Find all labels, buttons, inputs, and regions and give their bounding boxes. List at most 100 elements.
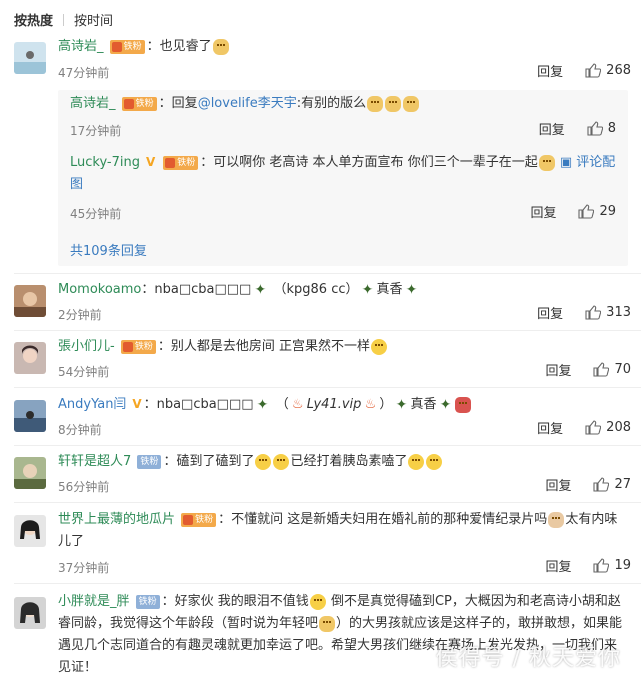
username-link[interactable]: 張小们儿- — [58, 339, 115, 354]
divider — [14, 330, 641, 331]
fan-badge[interactable]: 铁粉 — [163, 155, 199, 170]
reply-button[interactable]: 回复 — [537, 418, 563, 437]
like-button[interactable]: 27 — [593, 477, 631, 492]
comment-actions: 回复 268 — [537, 61, 631, 80]
thumbs-up-icon — [585, 63, 602, 78]
avatar[interactable] — [14, 597, 46, 629]
reply-actions: 回复 29 — [530, 202, 616, 221]
heart-eyes-emoji-icon — [408, 453, 425, 470]
username-link[interactable]: 小胖就是_胖 — [58, 594, 130, 609]
like-button[interactable]: 19 — [593, 558, 631, 573]
comment-body-2: （ — [275, 397, 289, 412]
mention-link[interactable]: @lovelife李天宇 — [198, 96, 297, 111]
sparkle-emoji-icon: ✦ — [254, 281, 267, 298]
username-link[interactable]: Momokoamo — [58, 282, 141, 297]
comment-body: ：好家伙 我的眼泪不值钱 — [161, 594, 309, 609]
comment-time: 47分钟前 — [58, 66, 110, 80]
comment-actions: 回复 27 — [545, 475, 631, 494]
thumbs-up-icon — [585, 305, 602, 320]
username-link[interactable]: 高诗岩_ — [58, 39, 104, 54]
comment-text: 張小们儿- 铁粉 ：别人都是去他房间 正宫果然不一样 — [58, 336, 627, 358]
comment-body: ：别人都是去他房间 正宫果然不一样 — [157, 339, 370, 354]
reply-time: 17分钟前 — [70, 124, 122, 138]
reply-button[interactable]: 回复 — [537, 61, 563, 80]
thumbs-up-icon — [587, 121, 603, 136]
comment-body-5: 真香 — [410, 397, 437, 412]
fan-badge[interactable]: 铁粉 — [135, 594, 160, 609]
sort-by-hot-tab[interactable]: 按热度 — [14, 10, 53, 29]
verified-icon: V — [132, 397, 142, 411]
comment-body: ：不懂就问 这是新婚夫妇用在婚礼前的那种爱情纪录片吗 — [218, 512, 548, 527]
comment-item: 張小们儿- 铁粉 ：别人都是去他房间 正宫果然不一样 54分钟前 回复 70 — [0, 336, 641, 388]
comment-time: 8分钟前 — [58, 423, 102, 437]
crying-emoji-icon — [309, 593, 326, 610]
comment-item: Momokoamo：nba□cba□□□ ✦ （kpg86 cc） ✦ 真香 ✦ 2分钟… — [0, 279, 641, 331]
replies-panel: 高诗岩_ 铁粉 ：回复@lovelife李天宇:有别的版么 17分钟前 回复 8 … — [58, 90, 628, 266]
watermark-text: 侯得号 / 秋天爱你 — [435, 646, 621, 671]
cat-emoji-icon — [548, 511, 565, 528]
like-button[interactable]: 29 — [578, 204, 616, 219]
username-link[interactable]: Lucky-7ing — [70, 155, 140, 170]
reply-time: 45分钟前 — [70, 207, 122, 221]
username-link[interactable]: AndyYan闫 — [58, 397, 126, 412]
sparkle-emoji-icon: ✦ — [439, 396, 452, 413]
like-count: 208 — [606, 420, 631, 435]
like-count: 27 — [614, 477, 631, 492]
comment-body: ：nba□cba□□□ — [143, 397, 254, 412]
comment-item: 轩轩是超人7 铁粉 ：磕到了磕到了 已经打着胰岛素嗑了 56分钟前 回复 27 — [0, 451, 641, 503]
like-button[interactable]: 208 — [585, 420, 631, 435]
comment-body: ：磕到了磕到了 — [163, 454, 255, 469]
doge-emoji-icon — [538, 154, 555, 171]
reply-body: ：可以啊你 老高诗 本人单方面宣布 你们三个一辈子在一起 — [200, 155, 538, 170]
avatar[interactable] — [14, 285, 46, 317]
comment-body-3: 真香 — [376, 282, 403, 297]
fan-badge[interactable]: 铁粉 — [137, 454, 162, 469]
like-count: 29 — [599, 204, 616, 219]
reply-button[interactable]: 回复 — [545, 556, 571, 575]
avatar[interactable] — [14, 342, 46, 374]
doge-emoji-icon — [385, 95, 402, 112]
more-replies-link[interactable]: 共109条回复 — [70, 240, 147, 259]
avatar[interactable] — [14, 515, 46, 547]
thumbs-up-icon — [593, 477, 610, 492]
comment-text: 世界上最薄的地瓜片 铁粉 ：不懂就问 这是新婚夫妇用在婚礼前的那种爱情纪录片吗 太有… — [58, 509, 627, 553]
reply-button[interactable]: 回复 — [545, 475, 571, 494]
reply-button[interactable]: 回复 — [537, 303, 563, 322]
username-link[interactable]: 高诗岩_ — [70, 96, 116, 111]
comment-body-4: ） — [379, 397, 393, 412]
reply-text: 高诗岩_ 铁粉 ：回复@lovelife李天宇:有别的版么 — [70, 93, 618, 115]
avatar[interactable] — [14, 457, 46, 489]
comment-time: 54分钟前 — [58, 365, 110, 379]
fan-badge[interactable]: 铁粉 — [121, 96, 157, 111]
fan-badge[interactable]: 铁粉 — [120, 339, 156, 354]
username-link[interactable]: 世界上最薄的地瓜片 — [58, 512, 175, 527]
comment-time: 37分钟前 — [58, 561, 110, 575]
doge-emoji-icon — [403, 95, 420, 112]
fan-badge[interactable]: 铁粉 — [181, 512, 217, 527]
like-count: 268 — [606, 63, 631, 78]
reply-body-2: :有别的版么 — [296, 96, 367, 111]
thumbs-up-icon — [593, 362, 610, 377]
sort-by-time-tab[interactable]: 按时间 — [74, 10, 113, 29]
reply-text: Lucky-7ing V 铁粉 ：可以啊你 老高诗 本人单方面宣布 你们三个一辈子… — [70, 152, 618, 196]
avatar[interactable] — [14, 42, 46, 74]
comment-actions: 回复 70 — [545, 360, 631, 379]
reply-button[interactable]: 回复 — [539, 119, 565, 138]
smiling-emoji-icon — [371, 338, 387, 355]
reply-button[interactable]: 回复 — [545, 360, 571, 379]
reply-body: ：回复 — [158, 96, 198, 111]
comment-text: 高诗岩_ 铁粉 ：也见睿了 — [58, 36, 627, 58]
fan-badge[interactable]: 铁粉 — [109, 39, 145, 54]
heart-eyes-emoji-icon — [255, 453, 272, 470]
username-link[interactable]: 轩轩是超人7 — [58, 454, 131, 469]
thumbs-up-icon — [593, 558, 610, 573]
avatar[interactable] — [14, 400, 46, 432]
reply-button[interactable]: 回复 — [530, 202, 556, 221]
sparkle-emoji-icon: ✦ — [405, 281, 418, 298]
like-button[interactable]: 268 — [585, 63, 631, 78]
thumbs-up-icon — [578, 204, 595, 219]
like-button[interactable]: 313 — [585, 305, 631, 320]
like-button[interactable]: 8 — [587, 121, 616, 136]
like-button[interactable]: 70 — [593, 362, 631, 377]
comment-item: 高诗岩_ 铁粉 ：也见睿了 47分钟前 回复 268 高诗岩_ 铁粉 ：回复@lov… — [0, 36, 641, 276]
